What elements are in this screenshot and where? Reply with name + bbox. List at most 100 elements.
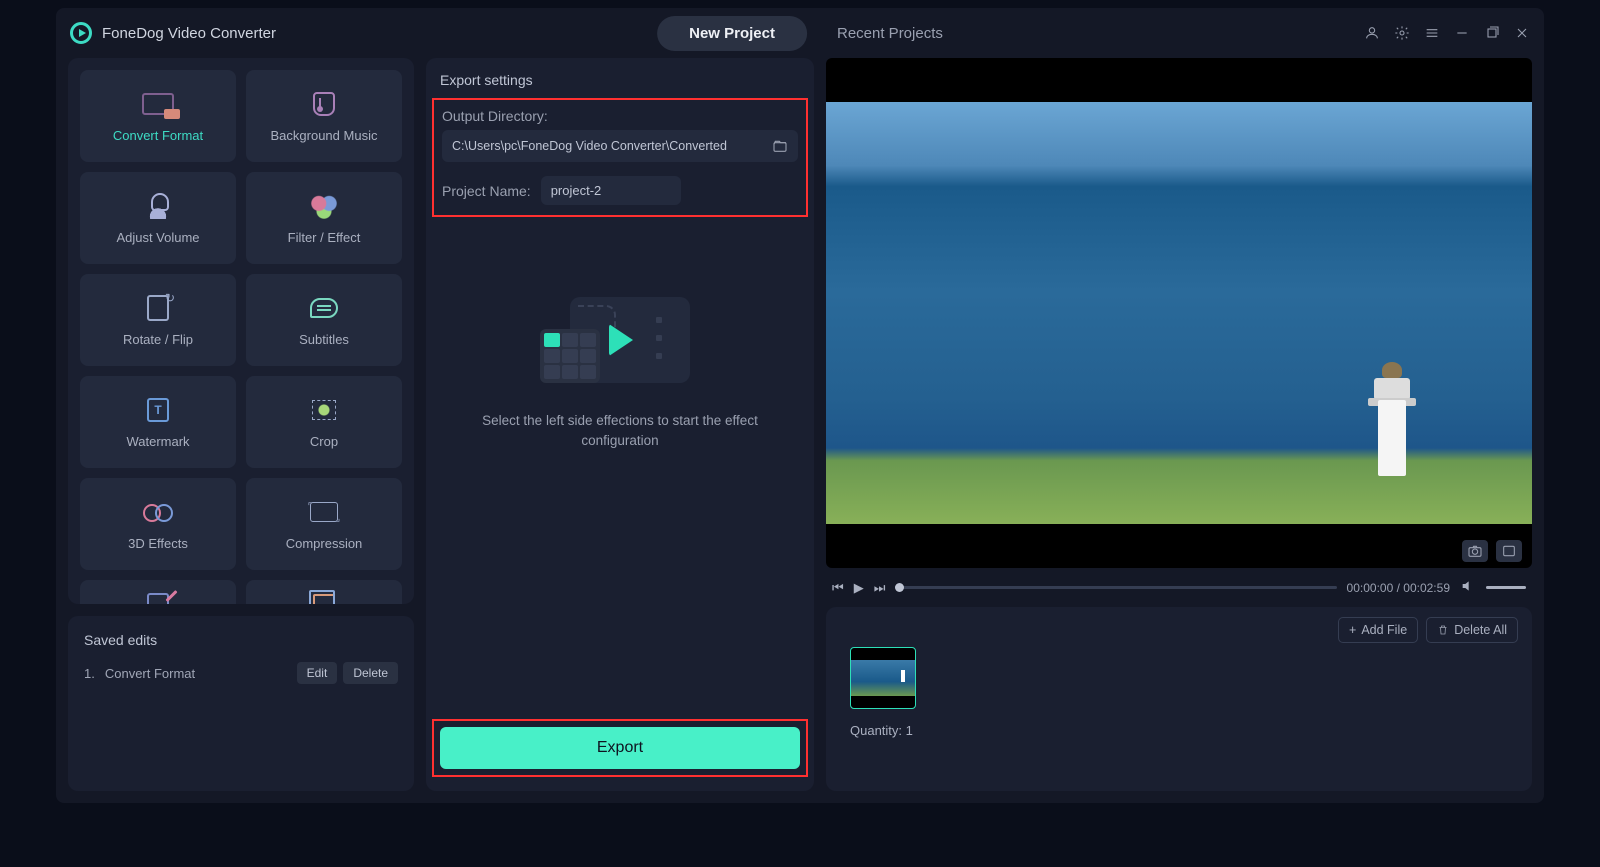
app-logo-icon <box>70 22 92 44</box>
3d-effects-icon <box>139 498 177 526</box>
window-controls <box>1364 25 1530 41</box>
tool-label: Filter / Effect <box>288 230 361 245</box>
duplicate-icon <box>305 588 343 604</box>
preview-column: ⏮ ▶ ⏭ 00:00:00 / 00:02:59 +Add File Dele… <box>826 58 1532 791</box>
saved-edits-panel: Saved edits 1. Convert Format Edit Delet… <box>68 616 414 791</box>
tool-crop[interactable]: Crop <box>246 376 402 468</box>
snapshot-button[interactable] <box>1462 540 1488 562</box>
fullscreen-icon <box>1501 543 1517 559</box>
project-name-label: Project Name: <box>442 183 531 199</box>
timecode: 00:00:00 / 00:02:59 <box>1347 581 1450 595</box>
export-settings-highlight: Output Directory: C:\Users\pc\FoneDog Vi… <box>432 98 808 217</box>
preview-overlay-controls <box>1462 540 1522 562</box>
tab-new-project[interactable]: New Project <box>657 16 807 51</box>
plus-icon: + <box>1349 623 1356 637</box>
watermark-icon: T <box>139 396 177 424</box>
tool-panel: Convert Format Background Music Adjust V… <box>68 58 414 604</box>
output-directory-value: C:\Users\pc\FoneDog Video Converter\Conv… <box>452 139 764 153</box>
fullscreen-button[interactable] <box>1496 540 1522 562</box>
playback-bar: ⏮ ▶ ⏭ 00:00:00 / 00:02:59 <box>826 578 1532 597</box>
saved-edits-heading: Saved edits <box>84 632 398 648</box>
files-panel: +Add File Delete All Quantity: 1 <box>826 607 1532 791</box>
tool-label: Background Music <box>271 128 378 143</box>
tool-adjust-volume[interactable]: Adjust Volume <box>80 172 236 264</box>
video-preview <box>826 58 1532 568</box>
rotate-flip-icon <box>139 294 177 322</box>
menu-icon[interactable] <box>1424 25 1440 41</box>
volume-button[interactable] <box>1460 578 1476 597</box>
next-button[interactable]: ⏭ <box>874 580 886 596</box>
tool-partial-2[interactable] <box>246 580 402 604</box>
delete-button[interactable]: Delete <box>343 662 398 684</box>
export-settings-heading: Export settings <box>426 72 814 98</box>
left-column: Convert Format Background Music Adjust V… <box>68 58 414 791</box>
account-icon[interactable] <box>1364 25 1380 41</box>
play-button[interactable]: ▶ <box>854 580 864 596</box>
add-file-button[interactable]: +Add File <box>1338 617 1418 643</box>
adjust-volume-icon <box>139 192 177 220</box>
settings-icon[interactable] <box>1394 25 1410 41</box>
tool-label: Subtitles <box>299 332 349 347</box>
convert-format-icon <box>139 90 177 118</box>
tool-subtitles[interactable]: Subtitles <box>246 274 402 366</box>
output-directory-label: Output Directory: <box>442 108 798 124</box>
file-thumbnail[interactable] <box>850 647 916 709</box>
titlebar: FoneDog Video Converter New Project Rece… <box>56 8 1544 58</box>
folder-browse-icon[interactable] <box>772 138 788 154</box>
crop-icon <box>305 396 343 424</box>
saved-edit-name: Convert Format <box>105 666 291 681</box>
placeholder-illustration-icon <box>530 287 710 387</box>
file-thumbnails <box>850 647 1508 709</box>
maximize-icon[interactable] <box>1484 25 1500 41</box>
tool-background-music[interactable]: Background Music <box>246 70 402 162</box>
tool-partial-1[interactable] <box>80 580 236 604</box>
volume-icon <box>1460 578 1476 594</box>
main-tabs: New Project Recent Projects <box>657 16 943 51</box>
tool-rotate-flip[interactable]: Rotate / Flip <box>80 274 236 366</box>
delete-all-button[interactable]: Delete All <box>1426 617 1518 643</box>
tool-3d-effects[interactable]: 3D Effects <box>80 478 236 570</box>
settings-placeholder: Select the left side effections to start… <box>426 217 814 719</box>
filter-effect-icon <box>305 192 343 220</box>
subtitles-icon <box>305 294 343 322</box>
background-music-icon <box>305 90 343 118</box>
app-title: FoneDog Video Converter <box>102 25 276 42</box>
preview-frame <box>826 102 1532 524</box>
tool-convert-format[interactable]: Convert Format <box>80 70 236 162</box>
saved-edit-row: 1. Convert Format Edit Delete <box>84 662 398 684</box>
tool-compression[interactable]: Compression <box>246 478 402 570</box>
export-button[interactable]: Export <box>440 727 800 769</box>
export-button-highlight: Export <box>432 719 808 777</box>
tool-label: Rotate / Flip <box>123 332 193 347</box>
volume-slider[interactable] <box>1486 586 1526 589</box>
tool-label: Crop <box>310 434 338 449</box>
project-name-row: Project Name: <box>442 176 798 205</box>
app-body: Convert Format Background Music Adjust V… <box>56 58 1544 803</box>
trash-icon <box>1437 624 1449 636</box>
edit-button[interactable]: Edit <box>297 662 338 684</box>
close-icon[interactable] <box>1514 25 1530 41</box>
lighthouse-graphic <box>1372 346 1412 476</box>
project-name-input[interactable] <box>541 176 681 205</box>
minimize-icon[interactable] <box>1454 25 1470 41</box>
tool-label: Adjust Volume <box>116 230 199 245</box>
camera-icon <box>1467 543 1483 559</box>
tool-filter-effect[interactable]: Filter / Effect <box>246 172 402 264</box>
tool-label: Convert Format <box>113 128 203 143</box>
tool-watermark[interactable]: T Watermark <box>80 376 236 468</box>
tab-recent-projects[interactable]: Recent Projects <box>837 25 943 42</box>
tool-grid: Convert Format Background Music Adjust V… <box>80 70 402 604</box>
saved-edit-index: 1. <box>84 666 95 681</box>
prev-button[interactable]: ⏮ <box>832 580 844 596</box>
files-buttons: +Add File Delete All <box>1338 617 1518 643</box>
compression-icon <box>305 498 343 526</box>
settings-column: Export settings Output Directory: C:\Use… <box>426 58 814 791</box>
seek-slider[interactable] <box>895 586 1336 589</box>
edit-pencil-icon <box>139 588 177 604</box>
output-directory-field[interactable]: C:\Users\pc\FoneDog Video Converter\Conv… <box>442 130 798 162</box>
placeholder-hint: Select the left side effections to start… <box>426 411 814 452</box>
tool-label: Watermark <box>126 434 189 449</box>
tool-label: Compression <box>286 536 363 551</box>
quantity-label: Quantity: 1 <box>850 723 1508 738</box>
app-window: FoneDog Video Converter New Project Rece… <box>56 8 1544 803</box>
